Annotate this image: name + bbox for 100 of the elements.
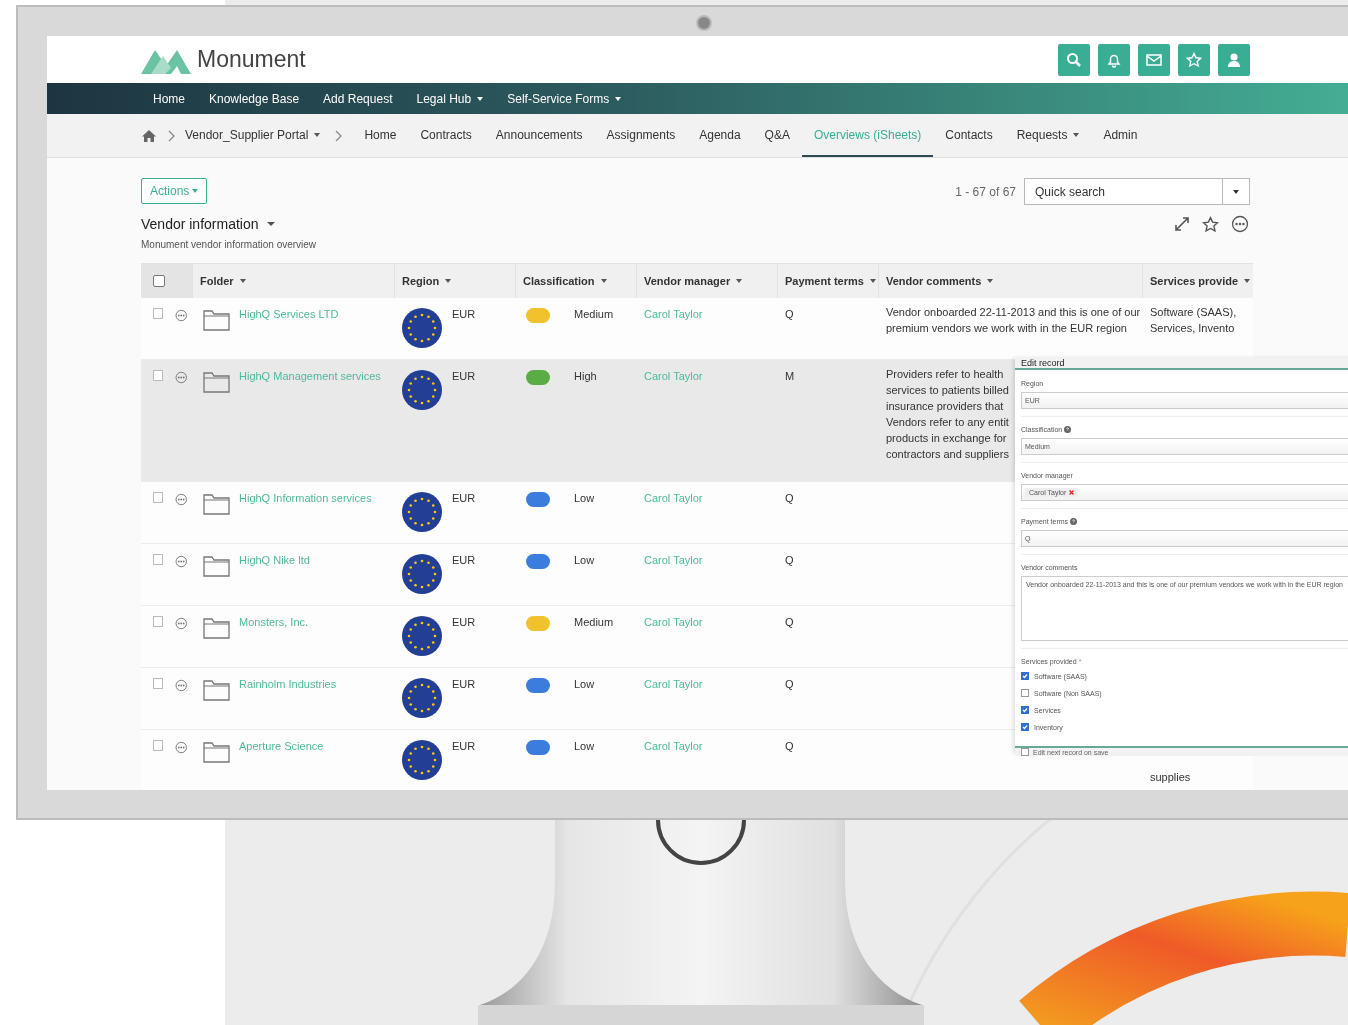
nav-tab[interactable]: Contacts (933, 114, 1005, 157)
caret-icon[interactable] (266, 222, 275, 226)
folder-icon (203, 740, 230, 763)
quick-search-field[interactable]: Quick search (1024, 178, 1223, 205)
more-icon[interactable] (1231, 215, 1249, 233)
table-cell: High (574, 370, 597, 382)
checkbox[interactable] (1021, 689, 1029, 697)
help-icon[interactable] (1070, 518, 1078, 525)
table-cell: Q (785, 616, 794, 628)
checkbox[interactable] (1021, 706, 1029, 714)
flag-icon (402, 740, 442, 780)
help-icon[interactable] (1064, 426, 1072, 433)
services-text: supplies (1150, 770, 1191, 785)
flag-icon (402, 308, 442, 348)
nav-tab[interactable]: Admin (1091, 114, 1150, 157)
portal-dropdown[interactable]: Vendor_Supplier Portal (185, 114, 325, 157)
table-cell: Low (574, 554, 595, 566)
more-icon[interactable] (174, 370, 187, 385)
star-icon (1186, 51, 1202, 68)
nav-tab[interactable]: Contracts (408, 114, 484, 157)
checkbox[interactable] (153, 492, 163, 503)
chevron-right-icon (167, 129, 175, 142)
nav-link[interactable]: Add Request (323, 91, 393, 106)
star-icon[interactable] (1202, 215, 1219, 233)
table-cell: Q (785, 554, 794, 566)
table-cell: Medium (574, 308, 614, 320)
nav-link[interactable]: Knowledge Base (209, 91, 300, 106)
checkbox[interactable] (153, 616, 163, 627)
table-cell: Low (574, 492, 595, 504)
sheet-subtitle: Monument vendor information overview (141, 239, 317, 250)
more-icon[interactable] (174, 616, 187, 631)
more-icon[interactable] (174, 308, 187, 323)
table-cell: Low (574, 740, 595, 752)
search-button[interactable] (1058, 43, 1090, 76)
user-button[interactable] (1218, 43, 1250, 76)
nav-tab[interactable]: Announcements (483, 114, 595, 157)
more-icon[interactable] (174, 678, 187, 693)
folder-icon (203, 554, 230, 577)
home-icon[interactable] (141, 128, 157, 143)
table-cell: Q (785, 308, 794, 320)
notifications-button[interactable] (1098, 43, 1130, 76)
nav-tab[interactable]: Q&A (752, 114, 802, 157)
table-cell: M (785, 370, 795, 382)
search-icon (1066, 51, 1082, 68)
table-cell: EUR (452, 678, 476, 690)
nav-tab[interactable]: Home (352, 114, 409, 157)
expand-icon[interactable] (1174, 216, 1190, 232)
nav-tab[interactable]: Agenda (687, 114, 753, 157)
flag-icon (402, 616, 442, 656)
comment-text: Vendors refer to any entit (886, 415, 1009, 430)
nav-tab[interactable]: Assignments (594, 114, 688, 157)
folder-icon (203, 492, 230, 515)
remove-icon[interactable] (1069, 490, 1075, 495)
comment-text: contractors and suppliers (886, 447, 1009, 462)
flag-icon (402, 554, 442, 594)
table-cell: EUR (452, 308, 476, 320)
checkbox[interactable] (153, 678, 163, 689)
comment-text: premium vendors we work with in the EUR region (886, 321, 1127, 336)
checkbox[interactable] (153, 554, 163, 565)
nav-link[interactable]: Home (153, 91, 185, 106)
more-icon[interactable] (174, 740, 187, 755)
nav-link[interactable]: Self-Service Forms (507, 91, 622, 106)
sheet-title[interactable]: Vendor information (141, 216, 259, 232)
services-text: Software (SAAS), (1150, 305, 1237, 320)
table-cell: EUR (452, 616, 476, 628)
checkbox[interactable] (153, 308, 163, 319)
table-cell: EUR (452, 740, 476, 752)
folder-icon (203, 370, 230, 393)
nav-link[interactable]: Legal Hub (416, 91, 484, 106)
flag-icon (402, 492, 442, 532)
mail-button[interactable] (1138, 43, 1170, 76)
flag-icon (402, 370, 442, 410)
checkbox[interactable] (153, 275, 165, 287)
envelope-icon (1145, 51, 1163, 68)
checkbox[interactable] (1021, 723, 1029, 731)
table-cell: EUR (452, 554, 476, 566)
services-text: Services, Invento (1150, 321, 1235, 336)
more-icon[interactable] (174, 554, 187, 569)
table-cell: Q (785, 492, 794, 504)
checkbox[interactable] (153, 370, 163, 381)
favorites-button[interactable] (1178, 43, 1210, 76)
folder-icon (203, 308, 230, 331)
comment-text: products in exchange for (886, 431, 1007, 446)
nav-tab[interactable]: Requests (1004, 114, 1092, 157)
checkbox[interactable] (1021, 672, 1029, 680)
comment-text: Vendor onboarded 22-11-2013 and this is one of our (886, 305, 1141, 320)
more-icon[interactable] (174, 492, 187, 507)
checkbox[interactable] (153, 740, 163, 751)
table-cell: EUR (452, 492, 476, 504)
record-count: 1 - 67 of 67 (955, 184, 1016, 199)
brand-name: Monument (197, 46, 306, 73)
folder-icon (203, 616, 230, 639)
table-cell: Q (785, 740, 794, 752)
comment-text: Providers refer to health (886, 367, 1004, 382)
table-cell: Medium (574, 616, 614, 628)
camera-icon (696, 15, 712, 31)
checkbox[interactable] (1021, 748, 1029, 756)
column-header[interactable]: Services provide (1143, 264, 1253, 298)
panel-title: Edit record (1015, 358, 1348, 370)
table-cell: EUR (452, 370, 476, 382)
